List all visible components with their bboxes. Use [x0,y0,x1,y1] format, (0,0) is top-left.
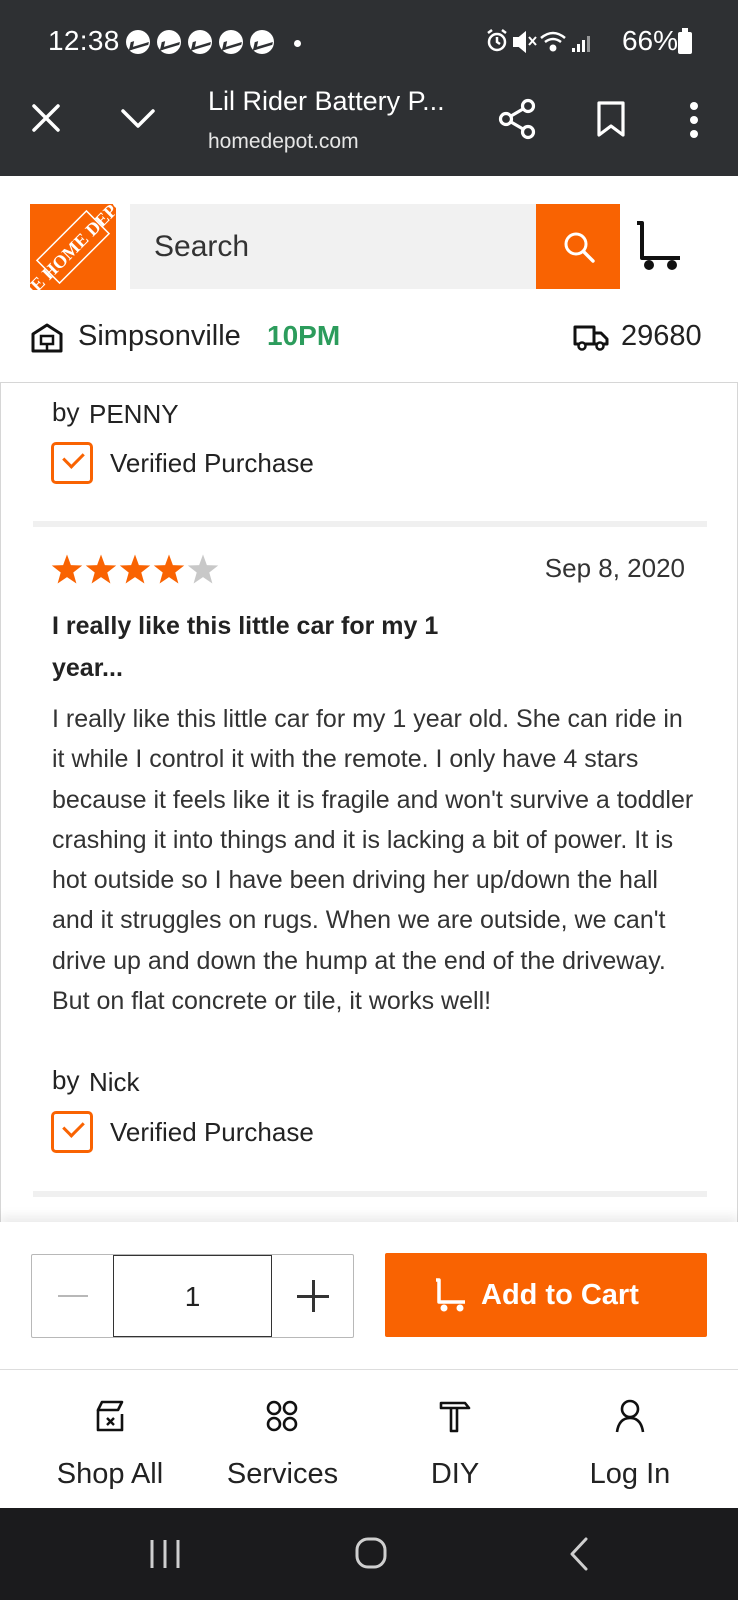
verified-purchase-label: Verified Purchase [110,1117,314,1147]
filled-star-icon [85,554,117,584]
nav-shop-all[interactable]: Shop All [30,1370,190,1508]
search-button[interactable] [536,204,620,289]
home-depot-logo[interactable]: THE HOME DEPOT [30,204,116,290]
user-icon [615,1399,645,1433]
diy-hammer-icon [439,1401,471,1433]
verified-check-icon [51,442,93,484]
search-icon [564,232,595,263]
recent-apps-icon[interactable] [148,1538,182,1570]
filled-star-icon [51,554,83,584]
add-to-cart-button[interactable]: Add to Cart [385,1253,707,1337]
status-time: 12:38 [48,25,120,56]
store-hours: 10PM [267,320,341,351]
filled-star-icon [119,554,151,584]
review-author-prefix: by [52,1065,80,1095]
review-divider [33,1191,707,1197]
browser-toolbar: Lil Rider Battery P... homedepot.com [0,84,738,176]
review-author: PENNY [89,399,179,429]
battery-percentage: 66% [621,25,678,56]
page-url[interactable]: homedepot.com [208,130,359,154]
bottom-navigation: Shop All Services DIY Log In [0,1370,738,1508]
verified-check-icon [51,1111,93,1153]
nav-log-in[interactable]: Log In [550,1370,710,1508]
star-rating [51,554,219,584]
reviews-list: by PENNY Verified Purchase Sep 8, 2020 I… [0,382,738,1222]
signal-icon [572,36,590,52]
messenger-notification-icon [219,30,243,54]
logo-text: THE HOME DEPOT [30,204,116,290]
status-bar: 12:38 66% [0,0,738,84]
store-name[interactable]: Simpsonville [78,320,241,353]
increase-quantity-button[interactable] [272,1255,354,1337]
nav-label: DIY [430,1458,480,1490]
shop-all-icon [96,1400,124,1432]
logo-mark: THE HOME DEPOT [30,204,116,290]
empty-star-icon [187,554,219,584]
chevron-down-icon[interactable] [120,108,156,130]
search-input[interactable]: Search [130,204,538,289]
messenger-notification-icon [188,30,212,54]
bookmark-icon[interactable] [596,100,626,138]
page-title[interactable]: Lil Rider Battery P... [208,86,445,117]
more-options-icon[interactable] [688,100,700,140]
nav-label: Services [226,1458,339,1490]
add-to-cart-bar: 1 Add to Cart [0,1222,738,1370]
wifi-icon [540,31,566,52]
decrease-quantity-button[interactable] [32,1255,114,1337]
nav-diy[interactable]: DIY [390,1370,520,1508]
home-icon[interactable] [354,1536,388,1570]
store-icon [31,323,63,353]
review-body: I really like this little car for my 1 y… [52,705,694,1016]
review-date: Sep 8, 2020 [544,553,685,583]
filled-star-icon [153,554,185,584]
cart-icon [436,1278,465,1312]
services-icon [266,1400,298,1432]
more-notifications-dot [294,40,301,47]
add-to-cart-label: Add to Cart [481,1279,639,1311]
review-divider [33,521,707,527]
messenger-notification-icon [250,30,274,54]
mute-icon [513,30,537,54]
nav-label: Log In [589,1458,671,1490]
delivery-truck-icon [573,325,609,351]
delivery-zip-code[interactable]: 29680 [621,320,702,353]
store-location-row[interactable]: Simpsonville 10PM 29680 [0,310,738,372]
share-icon[interactable] [498,98,538,140]
back-icon[interactable] [568,1536,590,1572]
status-icons [487,29,590,54]
review-title: I really like this little car for my 1 y… [52,612,439,682]
messenger-notification-icon [157,30,181,54]
nav-services[interactable]: Services [200,1370,365,1508]
nav-label: Shop All [56,1458,164,1490]
messenger-notification-icon [126,30,150,54]
alarm-icon [487,29,507,52]
review-author-prefix: by [52,397,80,427]
verified-purchase-label: Verified Purchase [110,448,314,478]
battery-icon [678,28,692,54]
quantity-stepper: 1 [31,1254,354,1338]
quantity-input[interactable]: 1 [114,1255,272,1337]
cart-icon[interactable] [634,220,686,272]
review-author: Nick [89,1067,140,1097]
system-navigation-bar [0,1508,738,1600]
search-placeholder: Search [154,230,250,263]
close-tab-icon[interactable] [30,102,62,134]
